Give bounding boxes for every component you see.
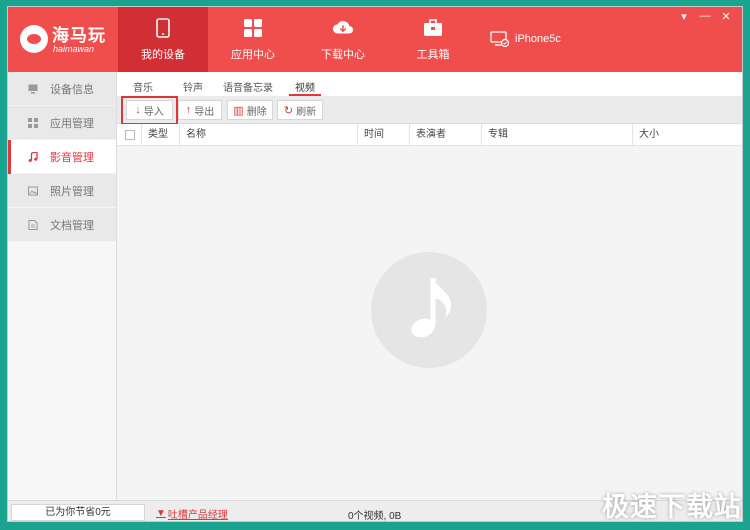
speech-bubble-icon: ▼ — [156, 508, 166, 519]
logo-title: 海马玩 — [52, 26, 106, 45]
nav-label: 应用中心 — [231, 49, 275, 61]
connected-device[interactable]: iPhone5c — [490, 29, 561, 49]
tab-videos[interactable]: 视频 — [289, 79, 321, 96]
close-icon[interactable]: ✕ — [720, 10, 732, 23]
document-icon — [28, 219, 38, 230]
refresh-icon: ↻ — [283, 104, 294, 117]
column-header-type[interactable]: 类型 — [141, 124, 179, 146]
sidebar-item-label: 影音管理 — [50, 151, 94, 164]
column-header-time[interactable]: 时间 — [357, 124, 409, 146]
nav-label: 工具箱 — [416, 49, 450, 61]
nav-my-devices[interactable]: 我的设备 — [118, 7, 208, 72]
select-all-checkbox[interactable] — [125, 130, 135, 140]
sidebar-item-document-management[interactable]: 文档管理 — [8, 208, 116, 242]
nav-download-center[interactable]: 下载中心 — [298, 7, 388, 72]
refresh-label: 刷新 — [296, 106, 317, 118]
export-button[interactable]: ↑ 导出 — [178, 100, 222, 120]
toolbar: ↓ 导入 ↑ 导出 ▥ 删除 ↻ 刷新 — [117, 96, 742, 124]
device-name: iPhone5c — [515, 33, 561, 45]
sidebar: 设备信息 应用管理 影音管理 照片管理 文档管理 — [8, 72, 117, 500]
sidebar-item-device-info[interactable]: 设备信息 — [8, 72, 116, 106]
tab-ringtones[interactable]: 铃声 — [183, 79, 203, 96]
app-window: 海马玩 haimawan 我的设备 应用中心 下载中心 工具箱 iPhone5c… — [7, 6, 743, 522]
header-bar: 海马玩 haimawan 我的设备 应用中心 下载中心 工具箱 iPhone5c… — [8, 7, 742, 72]
export-label: 导出 — [194, 106, 215, 118]
minimize-icon[interactable]: — — [699, 10, 711, 22]
nav-toolbox[interactable]: 工具箱 — [388, 7, 478, 72]
cloud-download-icon — [332, 17, 354, 39]
sidebar-item-app-management[interactable]: 应用管理 — [8, 106, 116, 140]
media-tabs: 音乐 铃声 语音备忘录 视频 — [117, 72, 742, 96]
toolbox-icon — [422, 17, 444, 39]
monitor-icon — [28, 84, 38, 93]
grid-icon — [28, 117, 38, 128]
column-header-performer[interactable]: 表演者 — [409, 124, 481, 146]
music-note-icon — [371, 252, 487, 368]
sidebar-item-label: 照片管理 — [50, 185, 94, 198]
sidebar-item-photo-management[interactable]: 照片管理 — [8, 174, 116, 208]
sidebar-item-label: 应用管理 — [50, 117, 94, 130]
delete-button[interactable]: ▥ 删除 — [227, 100, 273, 120]
feedback-link[interactable]: ▼ 吐槽产品经理 — [156, 506, 228, 521]
video-count-status: 0个视频, 0B — [348, 511, 402, 522]
apps-grid-icon — [242, 17, 264, 39]
arrow-up-icon: ↑ — [185, 104, 192, 116]
empty-list-area — [117, 146, 742, 500]
column-header-album[interactable]: 专辑 — [481, 124, 632, 146]
table-header: 类型 名称 时间 表演者 专辑 大小 — [117, 124, 742, 146]
window-controls: ▾ — ✕ — [678, 10, 732, 23]
select-all-cell — [117, 124, 141, 146]
nav-app-center[interactable]: 应用中心 — [208, 7, 298, 72]
nav-label: 我的设备 — [141, 49, 185, 61]
column-header-name[interactable]: 名称 — [179, 124, 357, 146]
phone-icon — [152, 17, 174, 39]
tab-voice-memos[interactable]: 语音备忘录 — [223, 79, 273, 96]
watermark: 极速下载站 — [602, 492, 742, 522]
sidebar-item-label: 设备信息 — [50, 83, 94, 96]
tab-music[interactable]: 音乐 — [133, 79, 153, 96]
logo-subtitle: haimawan — [53, 44, 95, 54]
logo-icon — [20, 25, 48, 53]
column-header-size[interactable]: 大小 — [632, 124, 742, 146]
feedback-label: 吐槽产品经理 — [167, 510, 228, 521]
nav-label: 下载中心 — [321, 49, 365, 61]
device-connected-icon — [490, 31, 510, 48]
trash-icon: ▥ — [233, 104, 244, 117]
app-logo: 海马玩 haimawan — [20, 19, 120, 61]
sidebar-item-media-management[interactable]: 影音管理 — [8, 140, 116, 174]
photo-icon — [28, 186, 38, 195]
delete-label: 删除 — [246, 106, 267, 118]
refresh-button[interactable]: ↻ 刷新 — [277, 100, 323, 120]
import-highlight-box — [121, 96, 178, 125]
sidebar-item-label: 文档管理 — [50, 219, 94, 232]
menu-dropdown-icon[interactable]: ▾ — [678, 10, 690, 23]
music-icon — [28, 151, 38, 162]
savings-status: 已为你节省0元 — [11, 504, 145, 521]
